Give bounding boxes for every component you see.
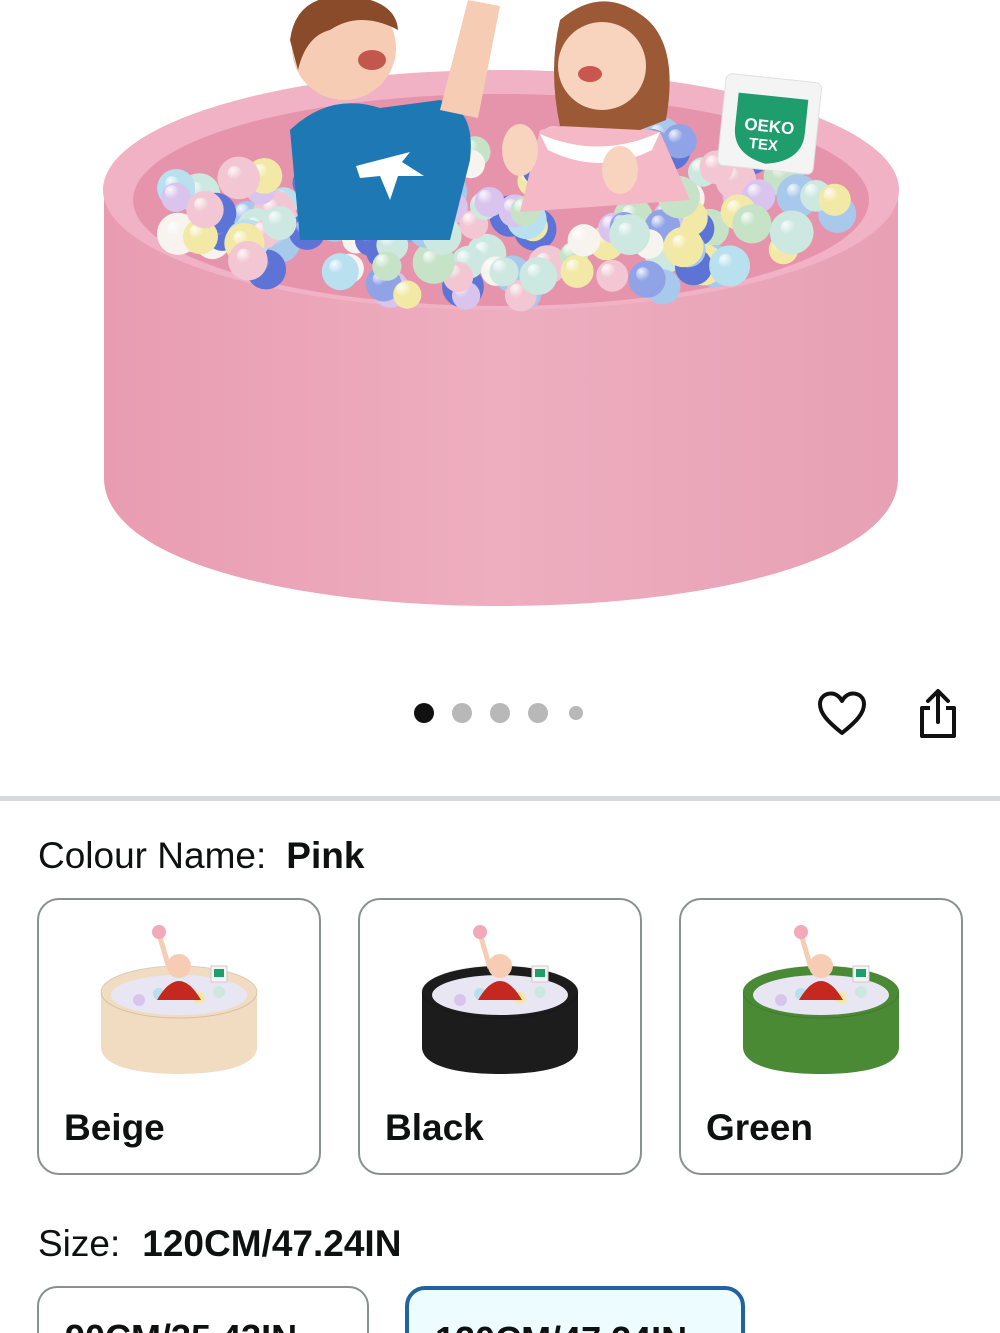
colour-option-black[interactable]: Black (358, 898, 642, 1175)
carousel-dot-4[interactable] (528, 703, 548, 723)
size-option-label: 120CM/47.24IN (435, 1318, 687, 1333)
oeko-tex-badge: OEKO TEX (717, 73, 823, 175)
colour-thumbnail (742, 925, 900, 1074)
colour-option-label: Green (706, 1107, 813, 1148)
selected-colour-value: Pink (286, 835, 365, 876)
svg-text:TEX: TEX (748, 135, 779, 155)
colour-option-label: Beige (64, 1107, 165, 1148)
selected-size-value: 120CM/47.24IN (142, 1223, 402, 1264)
size-option-label: 90CM/35.43IN (65, 1316, 297, 1333)
colour-name-label: Colour Name: Pink (38, 834, 364, 878)
colour-label-text: Colour Name: (38, 835, 267, 876)
section-divider (0, 796, 1000, 801)
size-label: Size: 120CM/47.24IN (38, 1222, 401, 1266)
size-option-90cm[interactable]: 90CM/35.43IN (37, 1286, 369, 1333)
share-button[interactable] (910, 684, 966, 744)
colour-option-beige[interactable]: Beige (37, 898, 321, 1175)
wishlist-button[interactable] (812, 684, 872, 744)
carousel-dot-5[interactable] (569, 706, 583, 720)
size-label-text: Size: (38, 1223, 121, 1264)
size-option-120cm[interactable]: 120CM/47.24IN (405, 1286, 745, 1333)
colour-option-label: Black (385, 1107, 484, 1148)
colour-thumbnail (421, 925, 579, 1074)
carousel-dot-3[interactable] (490, 703, 510, 723)
share-icon (920, 689, 956, 738)
ball-pit-illustration: OEKO TEX (103, 0, 899, 606)
heart-outline-icon (818, 691, 866, 735)
product-image[interactable]: OEKO TEX (0, 0, 1000, 660)
carousel-dot-1[interactable] (414, 703, 434, 723)
carousel-dot-2[interactable] (452, 703, 472, 723)
colour-option-green[interactable]: Green (679, 898, 963, 1175)
colour-thumbnail (100, 925, 258, 1074)
